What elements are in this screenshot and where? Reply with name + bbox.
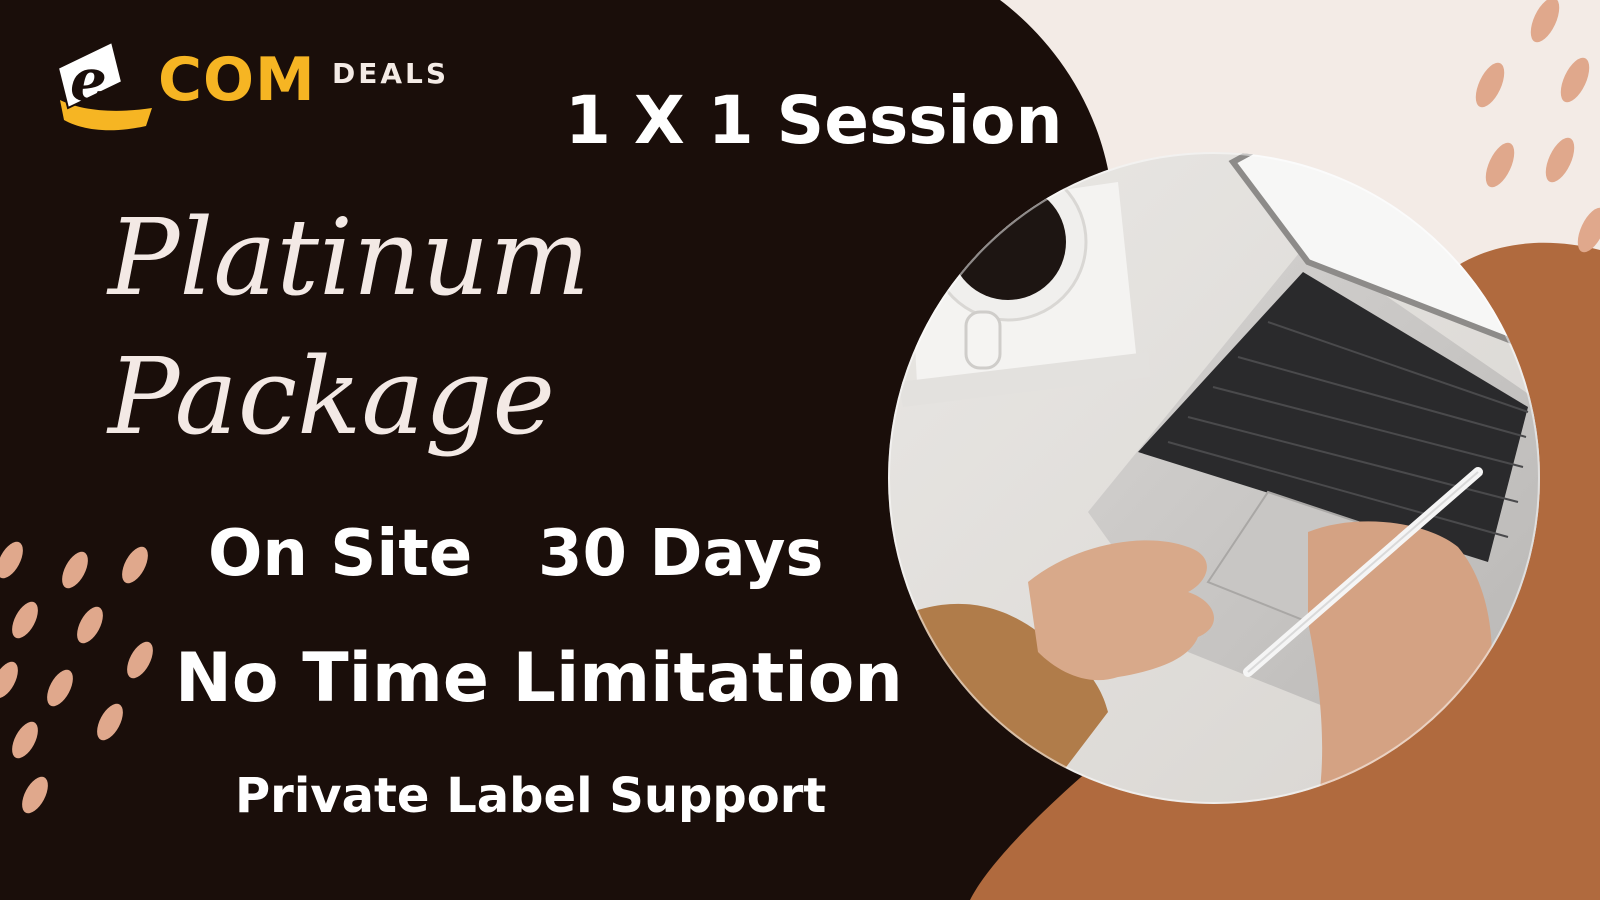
feature-duration: 30 Days xyxy=(538,517,824,591)
laptop-typing-photo xyxy=(888,152,1540,804)
package-title-line1: Platinum xyxy=(108,196,590,319)
package-title-line2: Package xyxy=(108,335,556,458)
banner: e COM DEALS 1 X 1 Session Platinum Packa… xyxy=(0,0,1600,900)
svg-text:e: e xyxy=(70,46,107,114)
logo-mark-icon: e xyxy=(56,40,152,131)
ecom-deals-logo[interactable]: e COM DEALS xyxy=(50,38,490,138)
feature-on-site: On Site xyxy=(208,517,473,591)
feature-no-time-limitation: No Time Limitation xyxy=(175,639,903,718)
feature-private-label-support: Private Label Support xyxy=(235,768,827,824)
session-title: 1 X 1 Session xyxy=(565,82,1063,159)
logo-com-text: COM xyxy=(158,45,316,115)
logo-deals-text: DEALS xyxy=(332,57,450,90)
